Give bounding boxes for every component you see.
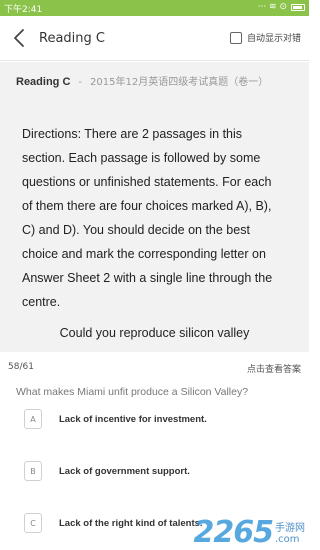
page-title: Reading C (39, 31, 105, 46)
view-answer-button[interactable]: 点击查看答案 (247, 362, 301, 375)
question-progress: 58/61 (8, 362, 34, 372)
watermark-text: 手游网 .com (275, 523, 305, 545)
passage-header: Reading C - 2015年12月英语四级考试真题（卷一） (16, 73, 268, 88)
question-text: What makes Miami unfit produce a Silicon… (16, 386, 249, 398)
option-letter-a: A (24, 409, 42, 429)
option-letter-b: B (24, 461, 42, 481)
passage-name: Reading C (16, 76, 71, 88)
chevron-left-icon[interactable] (10, 27, 28, 49)
option-text-b: Lack of government support. (59, 465, 190, 477)
status-time: 下午2:41 (4, 5, 43, 15)
passage-source: 2015年12月英语四级考试真题（卷一） (90, 77, 269, 88)
option-b[interactable]: B Lack of government support. (24, 460, 294, 482)
passage-panel[interactable]: Reading C - 2015年12月英语四级考试真题（卷一） Directi… (0, 62, 309, 352)
status-bar: 下午2:41 ··· ≋ ⊙ (0, 0, 309, 16)
checkbox-icon[interactable] (229, 31, 242, 44)
watermark-number: 2265 (193, 515, 274, 550)
question-info-row: 58/61 点击查看答案 (0, 352, 309, 382)
option-text-a: Lack of incentive for investment. (59, 413, 207, 425)
passage-subtitle: Could you reproduce silicon valley (59, 326, 250, 340)
option-text-c: Lack of the right kind of talents. (59, 517, 203, 529)
auto-show-answer-toggle[interactable]: 自动显示对错 (229, 31, 301, 44)
battery-icon (291, 3, 305, 11)
passage-separator: - (78, 77, 83, 88)
status-indicators: ··· ≋ ⊙ (258, 2, 305, 12)
passage-directions: Directions: There are 2 passages in this… (22, 127, 273, 309)
top-navigation-bar: Reading C 自动显示对错 (0, 16, 309, 61)
signal-icons: ··· ≋ ⊙ (257, 2, 287, 12)
site-watermark-logo: 2265 手游网 .com (194, 516, 306, 550)
auto-show-label: 自动显示对错 (246, 34, 301, 44)
option-a[interactable]: A Lack of incentive for investment. (24, 408, 294, 430)
option-letter-c: C (24, 513, 42, 533)
